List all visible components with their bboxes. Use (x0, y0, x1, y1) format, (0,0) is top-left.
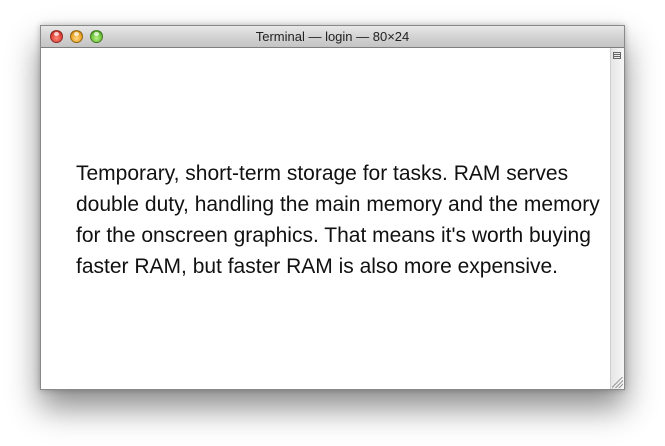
window-title: Terminal — login — 80×24 (255, 29, 410, 44)
vertical-scrollbar[interactable] (610, 48, 624, 389)
terminal-window: Terminal — login — 80×24 Temporary, shor… (40, 25, 625, 390)
title-bar[interactable]: Terminal — login — 80×24 (41, 26, 624, 48)
body-text: Temporary, short-term storage for tasks.… (76, 162, 600, 278)
terminal-content[interactable]: Temporary, short-term storage for tasks.… (41, 48, 611, 389)
resize-grip-icon[interactable] (612, 377, 623, 388)
split-pane-icon[interactable] (613, 52, 621, 59)
